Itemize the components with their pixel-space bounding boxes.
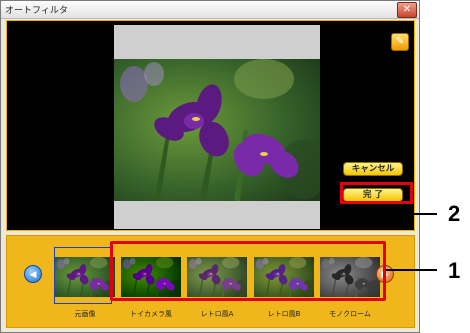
thumbnail-original[interactable] xyxy=(55,257,115,297)
window-title: オートフィルタ xyxy=(5,6,68,16)
thumbnail-label: トイカメラ風 xyxy=(130,310,172,318)
thumbnail-label: モノクローム xyxy=(329,310,371,318)
thumbnail-label: 元画像 xyxy=(74,310,96,318)
preview-frame xyxy=(114,25,320,229)
titlebar: オートフィルタ ✕ xyxy=(1,1,419,19)
cancel-button[interactable]: キャンセル xyxy=(343,162,403,176)
scroll-left-button[interactable]: ◀ xyxy=(24,265,42,283)
done-button-highlight xyxy=(340,182,413,204)
callout-line-1 xyxy=(386,269,437,271)
filter-thumbnails-highlight xyxy=(110,241,386,301)
callout-line-2 xyxy=(413,213,437,215)
thumbnail-label: レトロ風B xyxy=(267,310,301,318)
close-button[interactable]: ✕ xyxy=(397,2,417,18)
thumbnail-label: レトロ風A xyxy=(200,310,234,318)
auto-adjust-icon[interactable]: ✎ xyxy=(391,33,409,51)
callout-number-2: 2 xyxy=(448,201,461,226)
callout-number-1: 1 xyxy=(448,258,461,283)
preview-image xyxy=(114,59,320,201)
